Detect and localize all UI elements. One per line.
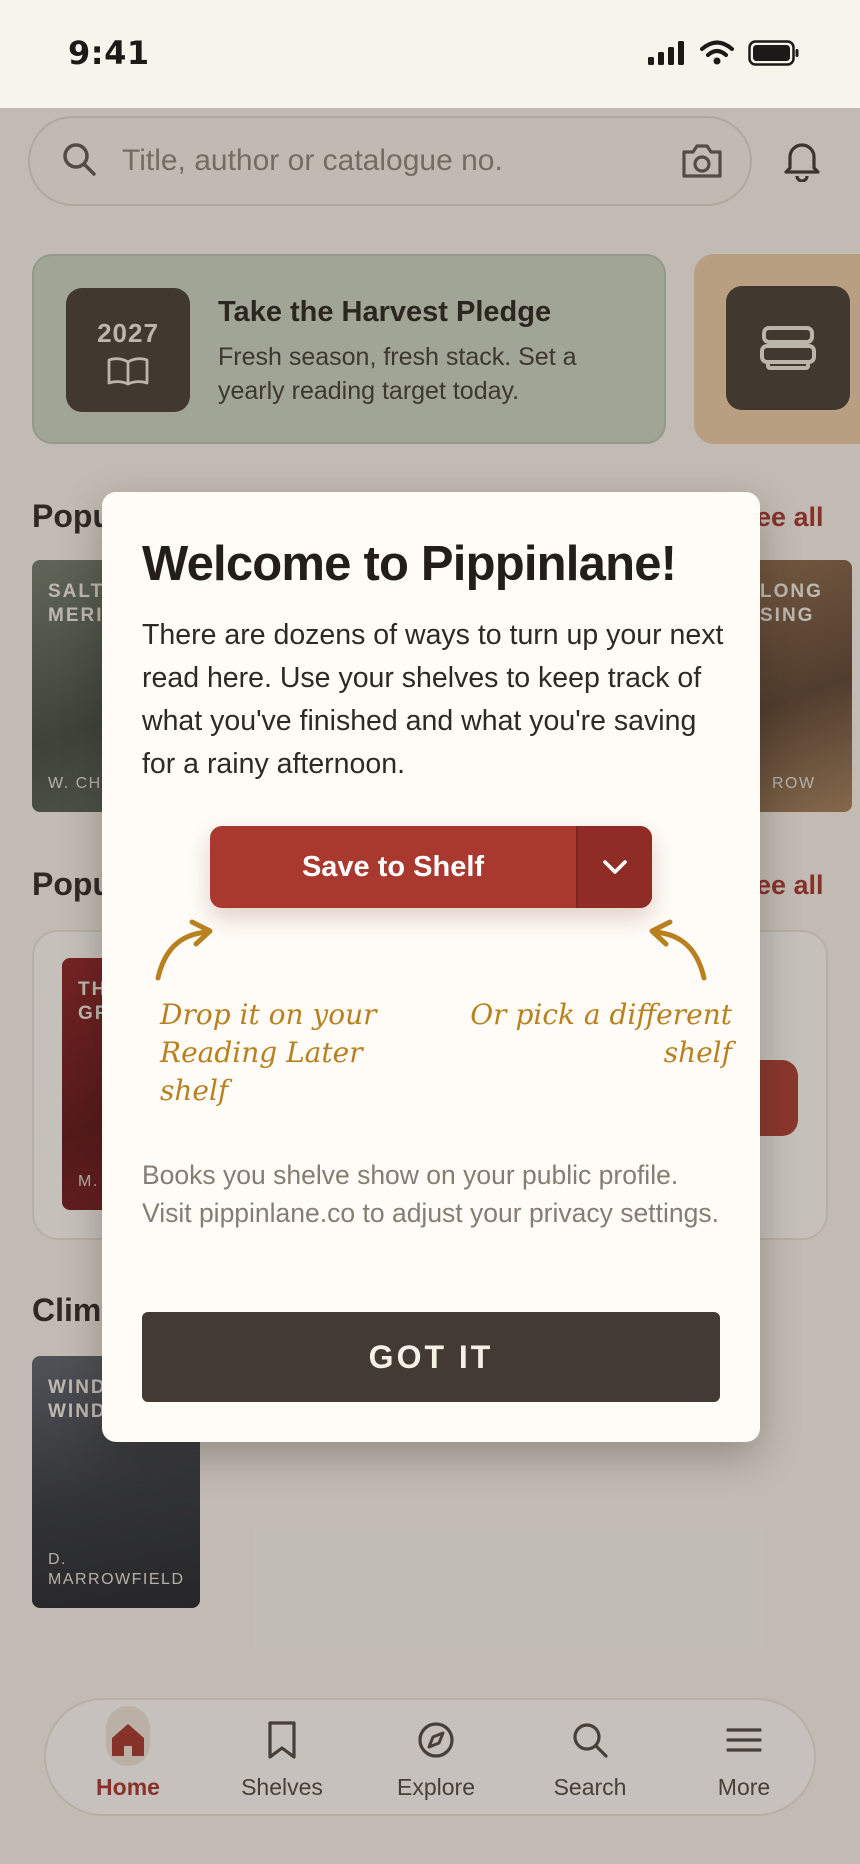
welcome-dialog: Welcome to Pippinlane! There are dozens … [102,492,760,1442]
privacy-note: Books you shelve show on your public pro… [142,1160,719,1228]
signal-icon [648,41,684,65]
hint-arrow-left-icon [155,919,213,981]
wifi-icon [700,40,734,65]
shelf-dropdown-toggle[interactable] [578,826,652,908]
status-icons [648,40,800,66]
dialog-body: There are dozens of ways to turn up your… [142,619,724,780]
hint-different-shelf: Or pick a different shelf [470,998,732,1069]
save-to-shelf-split-button: Save to Shelf [210,826,652,908]
chevron-down-icon [603,860,627,874]
hint-reading-later: Drop it on your Reading Later shelf [160,998,377,1107]
status-bar: 9:41 [0,0,860,108]
dialog-title: Welcome to Pippinlane! [142,537,677,591]
hint-arrow-right-icon [649,919,707,981]
status-time: 9:41 [68,34,150,72]
got-it-button[interactable]: GOT IT [142,1312,720,1402]
save-to-shelf-button[interactable]: Save to Shelf [210,826,576,908]
battery-icon [748,40,799,66]
